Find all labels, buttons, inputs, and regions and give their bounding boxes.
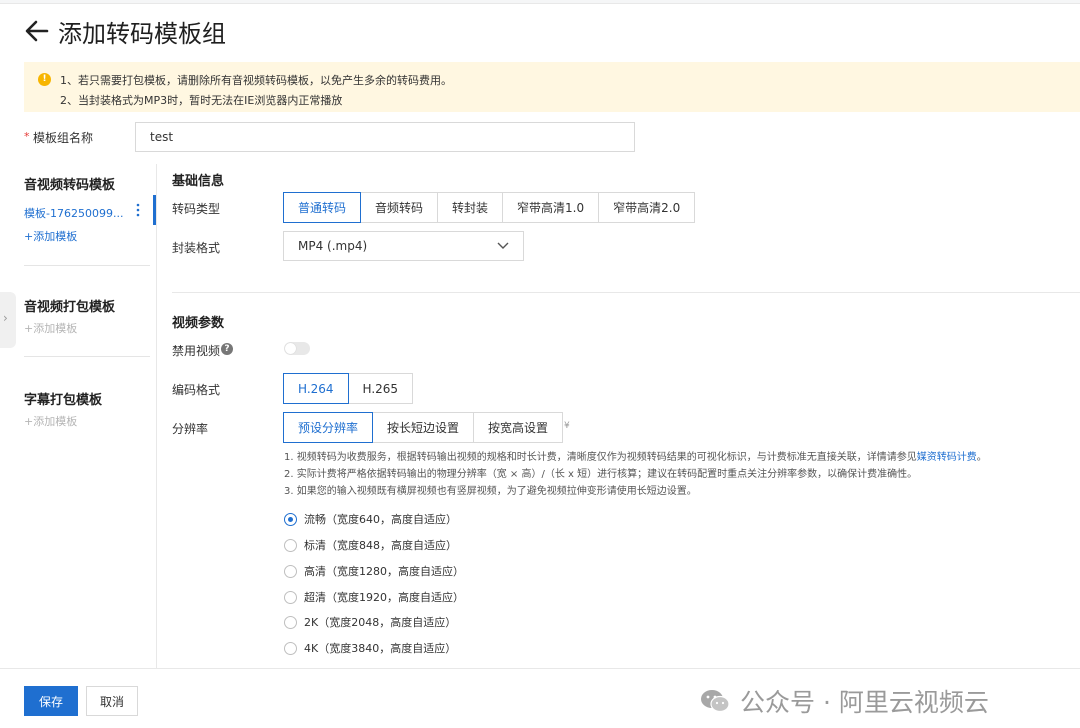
transcode-type-option[interactable]: 转封装	[437, 192, 504, 223]
pricing-icon[interactable]: ¥	[564, 421, 570, 431]
page-header: 添加转码模板组	[24, 14, 226, 48]
billing-note-3: 3. 如果您的输入视频既有横屏视频也有竖屏视频，为了避免视频拉伸变形请使用长短边…	[284, 486, 697, 497]
preset-option-label: 流畅（宽度640，高度自适应）	[304, 513, 457, 526]
disable-video-toggle[interactable]	[284, 342, 310, 355]
sidebar-separator	[24, 356, 150, 357]
chevron-right-icon: ›	[3, 311, 8, 325]
resolution-mode-group: 预设分辨率 按长短边设置 按宽高设置	[283, 412, 564, 443]
watermark: 公众号 · 阿里云视频云	[700, 683, 989, 719]
radio-icon[interactable]	[284, 615, 297, 629]
preset-option[interactable]: 高清（宽度1280，高度自适应）	[284, 563, 464, 579]
sidebar-item-transcode-template[interactable]: 模板-176250099...	[24, 205, 123, 221]
codec-option[interactable]: H.264	[283, 373, 349, 404]
container-format-value: MP4 (.mp4)	[298, 239, 368, 253]
preset-option-label: 超清（宽度1920，高度自适应）	[304, 591, 464, 604]
video-params-title: 视频参数	[172, 316, 225, 331]
template-group-name-input[interactable]	[135, 122, 635, 152]
add-subtitle-template-link[interactable]: +添加模板	[24, 413, 77, 429]
container-format-select[interactable]: MP4 (.mp4)	[283, 231, 524, 261]
resolution-label: 分辨率	[172, 422, 209, 436]
preset-option-label: 标清（宽度848，高度自适应）	[304, 539, 457, 552]
transcode-type-label: 转码类型	[172, 202, 221, 216]
preset-option-label: 2K（宽度2048，高度自适应）	[304, 616, 457, 629]
preset-option[interactable]: 4K（宽度3840，高度自适应）	[284, 640, 456, 656]
billing-note-1: 1. 视频转码为收费服务，根据转码输出视频的规格和时长计费，清晰度仅作为视频转码…	[284, 448, 987, 463]
billing-note-1-end: 。	[976, 452, 987, 463]
save-button[interactable]: 保存	[24, 686, 78, 716]
cancel-button[interactable]: 取消	[86, 686, 138, 716]
sidebar-active-indicator	[153, 195, 156, 225]
billing-note-2: 2. 实际计费将严格依据转码输出的物理分辨率（宽 × 高）/（长 x 短）进行核…	[284, 469, 918, 480]
wechat-icon	[701, 690, 730, 713]
transcode-type-option[interactable]: 窄带高清1.0	[502, 192, 600, 223]
transcode-type-group: 普通转码 音频转码 转封装 窄带高清1.0 窄带高清2.0	[283, 192, 696, 223]
resolution-mode-option[interactable]: 按宽高设置	[473, 412, 564, 443]
section-divider	[172, 292, 1080, 293]
resolution-mode-option[interactable]: 按长短边设置	[372, 412, 475, 443]
more-vertical-icon[interactable]	[136, 203, 140, 217]
required-mark: *	[24, 130, 30, 143]
preset-option-label: 高清（宽度1280，高度自适应）	[304, 565, 464, 578]
add-transcode-template-link[interactable]: +添加模板	[24, 228, 77, 244]
preset-option[interactable]: 2K（宽度2048，高度自适应）	[284, 614, 456, 630]
radio-icon[interactable]	[284, 564, 297, 578]
sidebar-title-transcode: 音视频转码模板	[24, 178, 116, 193]
page-title: 添加转码模板组	[58, 19, 226, 48]
transcode-type-option[interactable]: 音频转码	[360, 192, 439, 223]
radio-icon[interactable]	[284, 590, 297, 604]
help-icon[interactable]: ?	[221, 343, 233, 355]
preset-option-label: 4K（宽度3840，高度自适应）	[304, 642, 457, 655]
codec-label: 编码格式	[172, 383, 221, 397]
billing-doc-link[interactable]: 媒资转码计费	[917, 452, 977, 463]
billing-note-1-text: 1. 视频转码为收费服务，根据转码输出视频的规格和时长计费，清晰度仅作为视频转码…	[284, 452, 917, 463]
footer-bar: 保存 取消 公众号 · 阿里云视频云	[0, 668, 1080, 728]
radio-icon[interactable]	[284, 641, 297, 655]
preset-option[interactable]: 超清（宽度1920，高度自适应）	[284, 589, 464, 605]
radio-selected-icon[interactable]	[284, 512, 297, 526]
back-arrow-icon[interactable]	[24, 18, 50, 44]
codec-option[interactable]: H.265	[347, 373, 414, 404]
radio-icon[interactable]	[284, 538, 297, 552]
warning-icon: !	[38, 73, 51, 86]
preset-option[interactable]: 标清（宽度848，高度自适应）	[284, 537, 457, 553]
transcode-type-option[interactable]: 普通转码	[283, 192, 362, 223]
template-group-name-row: * 模板组名称	[24, 122, 644, 152]
container-format-label: 封装格式	[172, 241, 221, 255]
disable-video-label: 禁用视频	[172, 344, 221, 358]
sidebar-divider	[156, 164, 157, 670]
top-border	[0, 0, 1080, 4]
sidebar-title-subtitle: 字幕打包模板	[24, 393, 103, 408]
add-package-template-link[interactable]: +添加模板	[24, 320, 77, 336]
resolution-mode-option[interactable]: 预设分辨率	[283, 412, 374, 443]
template-group-name-label: 模板组名称	[33, 131, 94, 145]
transcode-type-option[interactable]: 窄带高清2.0	[598, 192, 696, 223]
chevron-down-icon	[497, 242, 509, 249]
sidebar-collapse-handle[interactable]: ›	[0, 292, 16, 348]
notice-line-2: 2、当封装格式为MP3时，暂时无法在IE浏览器内正常播放	[60, 94, 343, 107]
preset-option[interactable]: 流畅（宽度640，高度自适应）	[284, 511, 457, 527]
notice-line-1: 1、若只需要打包模板，请删除所有音视频转码模板，以免产生多余的转码费用。	[60, 74, 452, 87]
notice-banner: ! 1、若只需要打包模板，请删除所有音视频转码模板，以免产生多余的转码费用。 2…	[24, 62, 1080, 112]
sidebar-title-package: 音视频打包模板	[24, 300, 116, 315]
sidebar-separator	[24, 265, 150, 266]
basic-info-title: 基础信息	[172, 174, 225, 189]
watermark-text: 公众号 · 阿里云视频云	[740, 688, 989, 717]
codec-group: H.264 H.265	[283, 373, 414, 404]
